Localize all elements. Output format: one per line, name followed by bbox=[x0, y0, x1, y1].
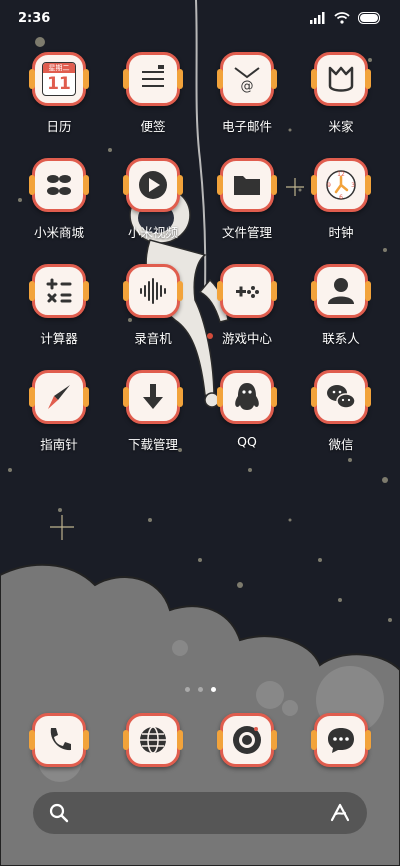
svg-text:@: @ bbox=[241, 79, 254, 94]
calculator-icon[interactable] bbox=[29, 264, 89, 318]
status-bar: 2:36 bbox=[0, 0, 400, 36]
app-label: 电子邮件 bbox=[221, 119, 272, 134]
phone-icon[interactable] bbox=[29, 713, 89, 767]
dock bbox=[12, 713, 388, 767]
status-icons bbox=[310, 12, 382, 24]
calendar-day: 11 bbox=[47, 74, 71, 94]
calendar-weekday: 星期二 bbox=[43, 63, 75, 73]
app-qq[interactable]: QQ bbox=[200, 370, 294, 476]
app-label: 下载管理 bbox=[127, 437, 178, 452]
app-compass[interactable]: 指南针 bbox=[12, 370, 106, 476]
sound-wave-icon[interactable] bbox=[123, 264, 183, 318]
search-icon[interactable] bbox=[49, 803, 69, 823]
wechat-icon[interactable] bbox=[311, 370, 371, 424]
signal-icon bbox=[310, 12, 325, 24]
browser-globe-icon[interactable] bbox=[123, 713, 183, 767]
dock-browser[interactable] bbox=[106, 713, 200, 767]
app-label: 便签 bbox=[140, 119, 166, 134]
app-label: 日历 bbox=[46, 119, 72, 134]
page-dot[interactable] bbox=[197, 687, 203, 692]
mi-store-icon[interactable] bbox=[29, 158, 89, 212]
app-contacts[interactable]: 联系人 bbox=[294, 264, 388, 370]
clock-icon[interactable]: 12 3 6 9 bbox=[311, 158, 371, 212]
app-label: 指南针 bbox=[40, 437, 78, 452]
app-label: 联系人 bbox=[322, 331, 360, 346]
svg-text:6: 6 bbox=[339, 194, 343, 201]
mijia-icon[interactable] bbox=[311, 52, 371, 106]
video-play-icon[interactable] bbox=[123, 158, 183, 212]
download-arrow-icon[interactable] bbox=[123, 370, 183, 424]
compass-icon[interactable] bbox=[29, 370, 89, 424]
app-mijia[interactable]: 米家 bbox=[294, 52, 388, 158]
app-downloads[interactable]: 下载管理 bbox=[106, 370, 200, 476]
battery-icon bbox=[358, 12, 380, 24]
messages-icon[interactable] bbox=[311, 713, 371, 767]
camera-icon[interactable] bbox=[217, 713, 277, 767]
dock-camera[interactable] bbox=[200, 713, 294, 767]
notes-icon[interactable] bbox=[123, 52, 183, 106]
app-label: 米家 bbox=[328, 119, 354, 134]
folder-icon[interactable] bbox=[217, 158, 277, 212]
app-label: 小米商城 bbox=[33, 225, 84, 240]
dock-messages[interactable] bbox=[294, 713, 388, 767]
app-mi-store[interactable]: 小米商城 bbox=[12, 158, 106, 264]
page-indicator bbox=[0, 687, 400, 692]
app-calendar[interactable]: 星期二 11 日历 bbox=[12, 52, 106, 158]
page-dot[interactable] bbox=[184, 687, 190, 692]
app-label: 录音机 bbox=[134, 331, 172, 346]
dock-phone[interactable] bbox=[12, 713, 106, 767]
app-mi-video[interactable]: 小米视频 bbox=[106, 158, 200, 264]
search-bar[interactable] bbox=[33, 792, 367, 834]
app-recorder[interactable]: 录音机 bbox=[106, 264, 200, 370]
gamepad-icon[interactable] bbox=[217, 264, 277, 318]
svg-text:9: 9 bbox=[327, 182, 331, 189]
qq-penguin-icon[interactable] bbox=[217, 370, 277, 424]
app-wechat[interactable]: 微信 bbox=[294, 370, 388, 476]
app-email[interactable]: @ 电子邮件 bbox=[200, 52, 294, 158]
email-icon[interactable]: @ bbox=[217, 52, 277, 106]
app-label: 文件管理 bbox=[221, 225, 272, 240]
app-label: 计算器 bbox=[40, 331, 78, 346]
calendar-icon[interactable]: 星期二 11 bbox=[29, 52, 89, 106]
app-label: 时钟 bbox=[328, 225, 354, 240]
app-file-manager[interactable]: 文件管理 bbox=[200, 158, 294, 264]
app-grid: 星期二 11 日历 便签 @ 电子邮件 米家 小米商城 小米视频 文件管理 12… bbox=[12, 52, 388, 476]
svg-text:3: 3 bbox=[351, 182, 355, 189]
status-time: 2:36 bbox=[18, 10, 51, 26]
app-label: 微信 bbox=[328, 437, 354, 452]
page-dot-active[interactable] bbox=[210, 687, 216, 692]
wifi-icon bbox=[334, 12, 350, 24]
app-label: 游戏中心 bbox=[221, 331, 272, 346]
app-label: 小米视频 bbox=[127, 225, 178, 240]
assistant-icon[interactable] bbox=[329, 803, 351, 823]
app-notes[interactable]: 便签 bbox=[106, 52, 200, 158]
app-label: QQ bbox=[237, 434, 257, 449]
app-clock[interactable]: 12 3 6 9 时钟 bbox=[294, 158, 388, 264]
app-game-center[interactable]: 游戏中心 bbox=[200, 264, 294, 370]
app-calculator[interactable]: 计算器 bbox=[12, 264, 106, 370]
contact-person-icon[interactable] bbox=[311, 264, 371, 318]
